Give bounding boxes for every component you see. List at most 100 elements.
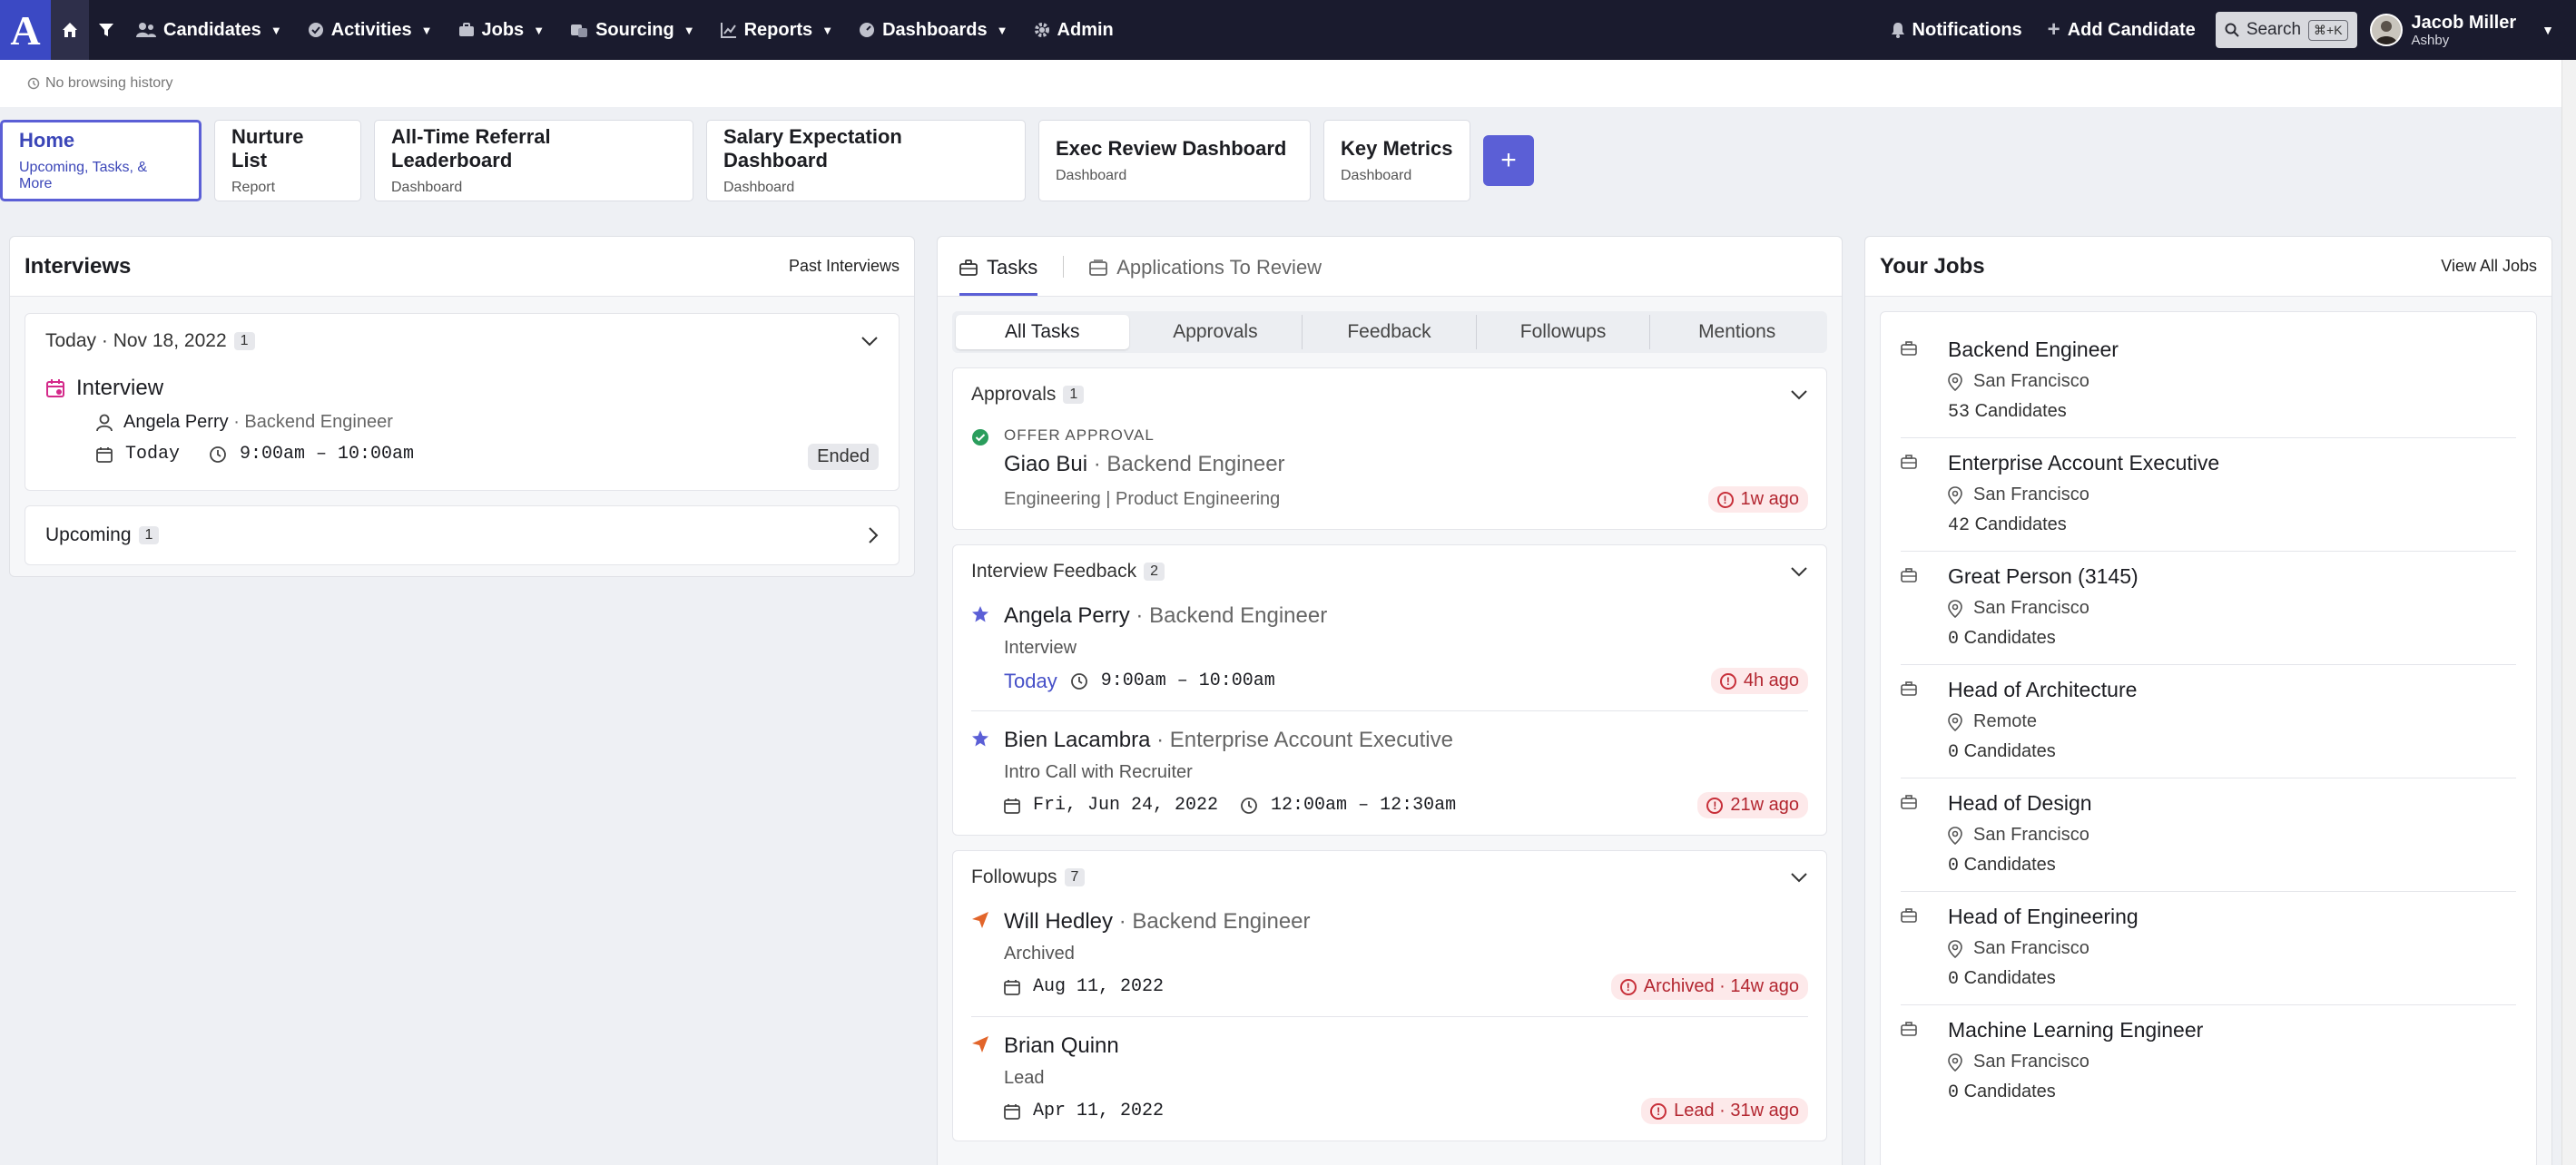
interview-item[interactable]: Interview — [45, 376, 879, 401]
chevron-down-icon: ▼ — [683, 23, 695, 37]
job-item[interactable]: Great Person (3145) San Francisco 0 Cand… — [1901, 552, 2516, 665]
chevron-right-icon — [869, 527, 879, 543]
avatar — [2369, 14, 2403, 46]
job-candidate-suffix: Candidates — [1963, 741, 2056, 761]
job-item[interactable]: Enterprise Account Executive San Francis… — [1901, 438, 2516, 552]
approval-item[interactable]: OFFER APPROVAL Giao Bui · Backend Engine… — [971, 421, 1808, 529]
feedback-title: Bien Lacambra · Enterprise Account Execu… — [1004, 728, 1808, 753]
job-candidates[interactable]: 42 Candidates — [1948, 514, 2516, 536]
filter-feedback[interactable]: Feedback — [1303, 315, 1477, 349]
job-item[interactable]: Head of Architecture Remote 0 Candidates — [1901, 665, 2516, 778]
chevron-down-icon[interactable] — [860, 336, 879, 347]
home-button[interactable] — [51, 0, 89, 60]
filter-button[interactable] — [89, 0, 123, 60]
page-scrollbar[interactable] — [2561, 60, 2576, 1165]
nav-activities[interactable]: Activities ▼ — [295, 0, 446, 60]
followup-item[interactable]: Will Hedley · Backend Engineer Archived … — [971, 904, 1808, 1016]
nav-candidates[interactable]: Candidates ▼ — [123, 0, 295, 60]
job-candidate-count: 0 — [1948, 1082, 1960, 1103]
browsing-history: No browsing history — [0, 60, 2561, 107]
filter-all-tasks[interactable]: All Tasks — [956, 315, 1129, 349]
job-item[interactable]: Head of Engineering San Francisco 0 Cand… — [1901, 892, 2516, 1005]
followup-item[interactable]: Brian Quinn Lead Apr 11, 2022 ! Lead · 31… — [971, 1016, 1808, 1141]
section-label: Followups — [971, 866, 1057, 887]
age-text: 21w ago — [1730, 795, 1799, 815]
tab-applications-to-review[interactable]: Applications To Review — [1089, 256, 1322, 296]
clock-icon — [210, 445, 226, 463]
job-candidates[interactable]: 0 Candidates — [1948, 1082, 2516, 1103]
tab-tasks[interactable]: Tasks — [959, 256, 1038, 296]
past-interviews-link[interactable]: Past Interviews — [789, 257, 900, 276]
filter-followups[interactable]: Followups — [1477, 315, 1651, 349]
job-candidates[interactable]: 0 Candidates — [1948, 968, 2516, 990]
candidate-name[interactable]: Giao Bui — [1004, 452, 1087, 476]
tab-referral-leaderboard[interactable]: All-Time Referral Leaderboard Dashboard — [374, 120, 693, 201]
job-candidate-count: 0 — [1948, 742, 1960, 763]
sourcing-icon — [571, 24, 588, 37]
tab-salary-expectation[interactable]: Salary Expectation Dashboard Dashboard — [706, 120, 1026, 201]
today-date-label: Today · Nov 18, 2022 — [45, 330, 227, 351]
tasks-header-tabs: Tasks Applications To Review — [938, 237, 1842, 297]
job-candidates[interactable]: 0 Candidates — [1948, 741, 2516, 763]
job-title: Machine Learning Engineer — [1948, 1018, 2204, 1042]
interview-person-name[interactable]: Angela Perry — [123, 412, 229, 432]
followups-header[interactable]: Followups 7 — [971, 851, 1808, 904]
nav-admin[interactable]: Admin — [1021, 0, 1126, 60]
gauge-icon — [860, 23, 875, 37]
filter-approvals[interactable]: Approvals — [1129, 315, 1303, 349]
tab-home[interactable]: Home Upcoming, Tasks, & More — [0, 120, 202, 201]
feedback-date: Fri, Jun 24, 2022 — [1033, 795, 1219, 816]
tab-nurture-list[interactable]: Nurture List Report — [214, 120, 361, 201]
approval-title: Giao Bui · Backend Engineer — [1004, 452, 1808, 477]
job-item[interactable]: Machine Learning Engineer San Francisco … — [1901, 1005, 2516, 1118]
nav-reports[interactable]: Reports ▼ — [708, 0, 846, 60]
job-candidates[interactable]: 0 Candidates — [1948, 855, 2516, 876]
job-item[interactable]: Head of Design San Francisco 0 Candidate… — [1901, 778, 2516, 892]
approvals-header[interactable]: Approvals 1 — [971, 368, 1808, 421]
feedback-header[interactable]: Interview Feedback 2 — [971, 545, 1808, 598]
nav-label: Dashboards — [882, 19, 988, 40]
feedback-time: 9:00am – 10:00am — [1100, 671, 1275, 691]
feedback-title: Angela Perry · Backend Engineer — [1004, 603, 1808, 629]
age-badge: ! 21w ago — [1697, 792, 1808, 818]
candidate-name[interactable]: Brian Quinn — [1004, 1033, 1119, 1058]
tab-title: Exec Review Dashboard — [1056, 137, 1287, 160]
candidate-name[interactable]: Bien Lacambra — [1004, 728, 1150, 752]
nav-jobs[interactable]: Jobs ▼ — [446, 0, 558, 60]
job-location: Remote — [1948, 711, 2516, 732]
job-candidates[interactable]: 0 Candidates — [1948, 628, 2516, 650]
job-location-text: San Francisco — [1973, 1052, 2089, 1072]
job-item[interactable]: Backend Engineer San Francisco 53 Candid… — [1901, 325, 2516, 438]
followup-subtitle: Lead — [1004, 1068, 1045, 1088]
candidate-name[interactable]: Will Hedley — [1004, 909, 1113, 934]
user-menu[interactable]: Jacob Miller Ashby ▼ — [2369, 13, 2576, 48]
followup-meta: Aug 11, 2022 ! Archived · 14w ago — [1004, 974, 1808, 1000]
search-button[interactable]: Search ⌘+K — [2215, 12, 2357, 48]
feedback-item[interactable]: Angela Perry · Backend Engineer Intervie… — [971, 598, 1808, 710]
feedback-item[interactable]: Bien Lacambra · Enterprise Account Execu… — [971, 710, 1808, 835]
clock-icon — [1070, 672, 1087, 690]
candidate-name[interactable]: Angela Perry — [1004, 603, 1130, 628]
job-candidate-count: 0 — [1948, 629, 1960, 650]
add-tab-button[interactable]: + — [1483, 135, 1534, 186]
notifications-button[interactable]: Notifications — [1878, 0, 2035, 60]
job-location-text: Remote — [1973, 711, 2038, 731]
tab-key-metrics[interactable]: Key Metrics Dashboard — [1323, 120, 1470, 201]
alert-icon: ! — [1650, 1102, 1667, 1120]
view-all-jobs-link[interactable]: View All Jobs — [2441, 257, 2537, 276]
nav-dashboards[interactable]: Dashboards ▼ — [846, 0, 1020, 60]
upcoming-interviews-row[interactable]: Upcoming 1 — [25, 505, 900, 565]
bell-icon — [1891, 23, 1904, 38]
add-candidate-button[interactable]: + Add Candidate — [2035, 0, 2208, 60]
location-pin-icon — [1948, 599, 1962, 618]
alert-icon: ! — [1619, 978, 1637, 995]
chart-icon — [720, 23, 736, 38]
task-filter-segmented: All Tasks Approvals Feedback Followups M… — [952, 311, 1827, 353]
ashby-logo[interactable]: A — [0, 0, 51, 60]
tab-exec-review[interactable]: Exec Review Dashboard Dashboard — [1038, 120, 1311, 201]
feedback-day-link[interactable]: Today — [1004, 670, 1057, 693]
nav-sourcing[interactable]: Sourcing ▼ — [557, 0, 708, 60]
chevron-down-icon: ▼ — [2542, 23, 2554, 37]
job-candidates[interactable]: 53 Candidates — [1948, 401, 2516, 423]
filter-mentions[interactable]: Mentions — [1650, 315, 1824, 349]
